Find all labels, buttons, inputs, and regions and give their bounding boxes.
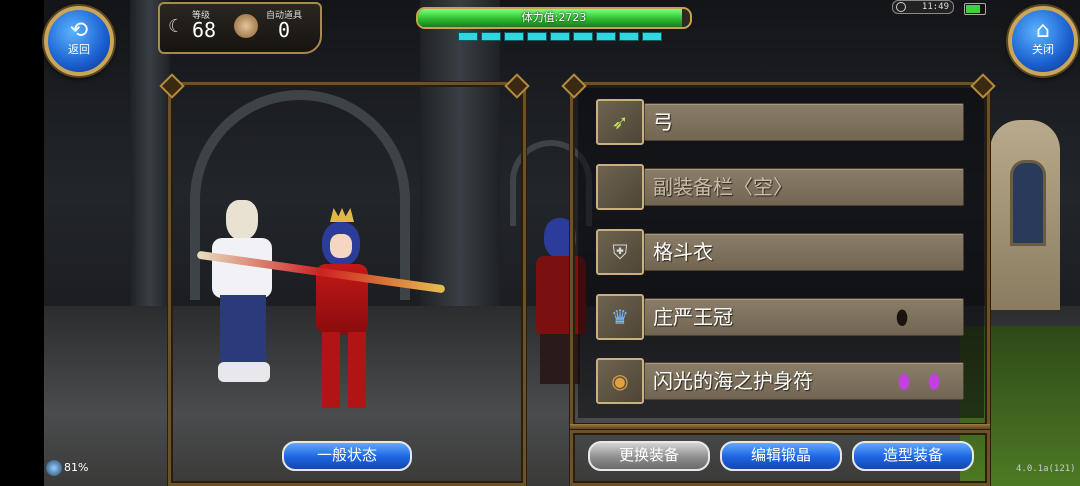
building-wall xyxy=(990,120,1060,310)
empty-slot-icon xyxy=(596,164,644,210)
purple-crystal-icon: ⬮ xyxy=(897,369,911,393)
clock-time: 11:49 xyxy=(921,2,949,12)
armor-icon: ⛨ xyxy=(596,229,644,275)
back-label: 返回 xyxy=(68,43,90,56)
close-label: 关闭 xyxy=(1032,43,1054,56)
appearance-equipment-button[interactable]: 造型装备 xyxy=(852,441,974,471)
stamina-segment xyxy=(642,32,662,41)
general-status-button[interactable]: 一般状态 xyxy=(282,441,412,471)
stamina-segment xyxy=(481,32,501,41)
stamina-segment xyxy=(596,32,616,41)
black-crystal-icon: ⬮ xyxy=(895,305,909,329)
window xyxy=(1010,160,1046,246)
stamina-segment xyxy=(527,32,547,41)
equip-slot-label: 副装备栏〈空〉 xyxy=(653,175,793,199)
equip-slot-armor[interactable]: ⛨ 格斗衣 xyxy=(596,229,964,275)
bow-icon: ➶ xyxy=(596,99,644,145)
companion-character xyxy=(198,200,288,390)
scythe-icon: ☾ xyxy=(168,16,185,37)
level-value: 68 xyxy=(192,18,217,42)
home-icon: ⌂ xyxy=(1036,18,1050,43)
game-screen: ➶ 弓 副装备栏〈空〉 ⛨ 格斗衣 ♛ 庄严王冠 ⬮ ◉ 闪光的海之护身符 ⬮ … xyxy=(0,0,1080,486)
equip-slot-label: 庄严王冠 xyxy=(653,305,733,329)
screen-edge xyxy=(0,0,44,486)
network-status: 81% xyxy=(46,460,88,476)
equip-slot-label: 弓 xyxy=(653,110,673,134)
crown-icon: ♛ xyxy=(596,294,644,340)
clock-icon xyxy=(896,2,906,12)
equip-slot-label: 闪光的海之护身符 xyxy=(653,369,813,393)
edit-crystal-button[interactable]: 编辑锻晶 xyxy=(720,441,842,471)
close-button[interactable]: ⌂ 关闭 xyxy=(1008,6,1078,76)
network-icon xyxy=(46,460,62,476)
equip-slot-label: 格斗衣 xyxy=(653,240,713,264)
stamina-segment xyxy=(504,32,524,41)
equip-slot-sub-weapon[interactable]: 副装备栏〈空〉 xyxy=(596,164,964,210)
equip-slot-special[interactable]: ◉ 闪光的海之护身符 ⬮ ⬮ xyxy=(596,358,964,404)
item-bag-icon xyxy=(234,14,258,38)
battery-icon xyxy=(964,3,986,15)
stamina-segment xyxy=(550,32,570,41)
stamina-segment xyxy=(573,32,593,41)
purple-crystal-icon: ⬮ xyxy=(927,369,941,393)
stamina-segments xyxy=(458,32,662,41)
amulet-icon: ◉ xyxy=(596,358,644,404)
stamina-segment xyxy=(619,32,639,41)
clock-display: 11:49 xyxy=(892,0,954,14)
player-character xyxy=(290,208,400,418)
back-button[interactable]: ⟲ 返回 xyxy=(44,6,114,76)
level-panel: 等级 68 ☾ 自动道具 0 xyxy=(158,2,322,54)
auto-item-value: 0 xyxy=(278,18,291,42)
back-arrow-icon: ⟲ xyxy=(69,18,89,43)
stamina-text: 体力值:2723 xyxy=(521,11,587,24)
equip-slot-main-weapon[interactable]: ➶ 弓 xyxy=(596,99,964,145)
stamina-gauge: 体力值:2723 xyxy=(412,5,692,43)
change-equipment-button[interactable]: 更换装备 xyxy=(588,441,710,471)
equip-slot-additional[interactable]: ♛ 庄严王冠 ⬮ xyxy=(596,294,964,340)
stamina-segment xyxy=(458,32,478,41)
version-text: 4.0.1a(121) xyxy=(1016,464,1076,474)
network-value: 81% xyxy=(64,461,89,474)
